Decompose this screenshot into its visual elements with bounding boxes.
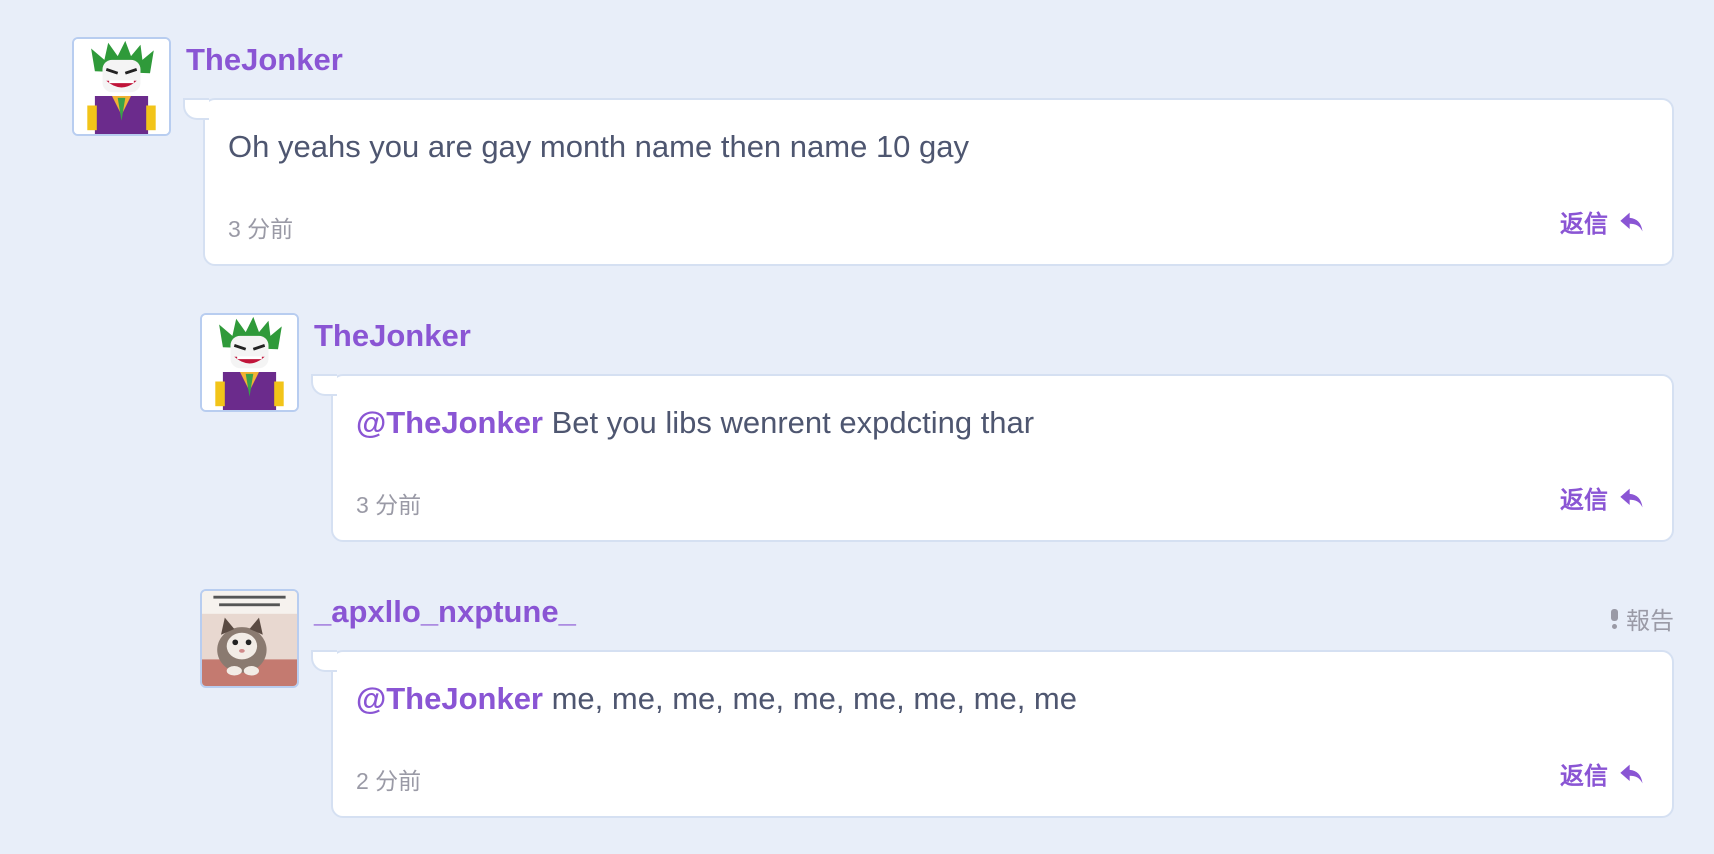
reply-label: 返信 — [1560, 211, 1608, 238]
comment-body: Oh yeahs you are gay month name then nam… — [228, 129, 970, 164]
username-link[interactable]: TheJonker — [314, 318, 471, 354]
reply-label: 返信 — [1560, 487, 1608, 514]
comment-timestamp: 3 分前 — [356, 492, 422, 518]
comment-bubble: @TheJonker me, me, me, me, me, me, me, m… — [311, 650, 1674, 818]
reply-arrow-icon — [1620, 764, 1643, 783]
joker-avatar-icon — [74, 39, 169, 134]
username-link[interactable]: TheJonker — [186, 42, 343, 78]
comment-body: me, me, me, me, me, me, me, me, me — [543, 681, 1077, 716]
report-label: 報告 — [1626, 608, 1674, 635]
comment-text: Oh yeahs you are gay month name then nam… — [228, 129, 1648, 165]
reply-arrow-icon — [1620, 488, 1643, 507]
reply-button[interactable]: 返信 — [1560, 204, 1646, 239]
comment-timestamp: 2 分前 — [356, 768, 422, 794]
exclamation-icon — [1610, 608, 1618, 629]
avatar[interactable] — [72, 37, 171, 136]
report-button[interactable]: 報告 — [1610, 601, 1674, 636]
avatar[interactable] — [200, 313, 299, 412]
kitten-avatar-icon — [202, 591, 297, 686]
comment-thread: TheJonker Oh yeahs you are gay month nam… — [0, 0, 1714, 854]
comment-text: @TheJonker Bet you libs wenrent expdctin… — [356, 405, 1648, 441]
mention-link[interactable]: @TheJonker — [356, 405, 543, 440]
comment-body: Bet you libs wenrent expdcting thar — [543, 405, 1035, 440]
comment-text: @TheJonker me, me, me, me, me, me, me, m… — [356, 681, 1648, 717]
comment-timestamp: 3 分前 — [228, 216, 294, 242]
username-link[interactable]: _apxllo_nxptune_ — [314, 594, 576, 630]
reply-arrow-icon — [1620, 212, 1643, 231]
avatar[interactable] — [200, 589, 299, 688]
comment-bubble: @TheJonker Bet you libs wenrent expdctin… — [311, 374, 1674, 542]
joker-avatar-icon — [202, 315, 297, 410]
reply-label: 返信 — [1560, 763, 1608, 790]
comment-bubble: Oh yeahs you are gay month name then nam… — [183, 98, 1674, 266]
reply-button[interactable]: 返信 — [1560, 756, 1646, 791]
mention-link[interactable]: @TheJonker — [356, 681, 543, 716]
reply-button[interactable]: 返信 — [1560, 480, 1646, 515]
